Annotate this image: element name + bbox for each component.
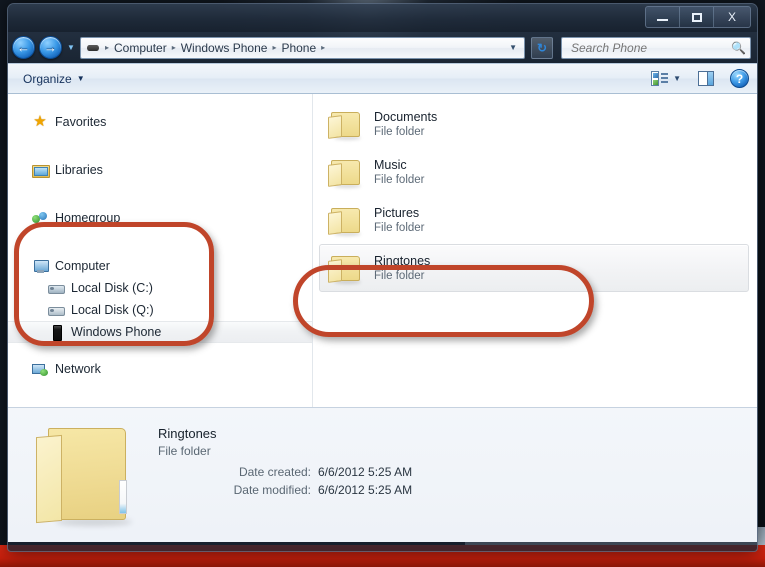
sidebar-item-label: Homegroup xyxy=(55,211,121,225)
list-item-type: File folder xyxy=(374,174,425,186)
breadcrumb-separator[interactable]: ▸ xyxy=(169,43,179,52)
list-item-name: Documents xyxy=(374,110,438,124)
details-subtitle: File folder xyxy=(158,444,211,458)
sidebar-item-local-disk-q[interactable]: Local Disk (Q:) xyxy=(8,299,312,321)
address-bar[interactable]: ▸ Computer ▸ Windows Phone ▸ Phone ▸ ▼ xyxy=(80,36,525,59)
address-dropdown-icon[interactable]: ▼ xyxy=(504,43,522,52)
view-options-icon xyxy=(651,71,669,86)
preview-pane-icon xyxy=(698,71,714,86)
help-button[interactable]: ? xyxy=(714,69,749,88)
preview-pane-button[interactable] xyxy=(681,71,714,86)
sidebar-item-computer[interactable]: Computer xyxy=(8,255,312,277)
sidebar-item-label: Network xyxy=(55,362,101,376)
sidebar-item-network[interactable]: Network xyxy=(8,358,312,380)
explorer-window: X ← → ▼ ▸ Computer ▸ Windows Phone ▸ Pho… xyxy=(7,3,758,552)
refresh-icon: ↻ xyxy=(536,40,548,55)
folder-icon xyxy=(328,253,362,284)
search-icon[interactable]: 🔍 xyxy=(731,41,746,55)
title-bar: X xyxy=(8,4,757,32)
list-item[interactable]: Music File folder xyxy=(319,148,749,196)
list-item-name: Ringtones xyxy=(374,254,431,268)
breadcrumb-separator[interactable]: ▸ xyxy=(318,43,328,52)
sidebar-item-windows-phone[interactable]: Windows Phone xyxy=(8,321,312,343)
command-toolbar: Organize ▼ ▼ ? xyxy=(8,63,757,94)
list-item-ringtones[interactable]: Ringtones File folder xyxy=(319,244,749,292)
device-icon xyxy=(86,42,100,53)
list-item-type: File folder xyxy=(374,126,425,138)
sidebar-item-favorites[interactable]: ★ Favorites xyxy=(8,111,312,133)
list-item-text: Music File folder xyxy=(374,158,425,186)
breadcrumb-separator: ▸ xyxy=(105,42,110,52)
breadcrumb-separator[interactable]: ▸ xyxy=(269,43,279,52)
sidebar-item-label: Local Disk (C:) xyxy=(71,281,153,295)
network-icon xyxy=(32,361,48,377)
details-text-block: Ringtones File folder Date created: 6/6/… xyxy=(158,422,412,501)
detail-value: 6/6/2012 5:25 AM xyxy=(318,483,413,497)
recent-pages-caret-icon[interactable]: ▼ xyxy=(66,43,75,52)
sidebar-item-label: Favorites xyxy=(55,115,107,129)
refresh-button[interactable]: ↻ xyxy=(531,36,553,59)
list-item-type: File folder xyxy=(374,222,425,234)
file-list-pane[interactable]: Documents File folder Music File folder xyxy=(313,94,757,407)
sidebar-item-homegroup[interactable]: Homegroup xyxy=(8,207,312,229)
organize-button[interactable]: Organize ▼ xyxy=(16,69,92,89)
back-button[interactable]: ← xyxy=(12,36,35,59)
list-item-text: Documents File folder xyxy=(374,110,437,138)
minimize-button[interactable] xyxy=(646,7,680,27)
maximize-icon xyxy=(691,12,702,22)
list-item-text: Pictures File folder xyxy=(374,206,425,234)
details-title: Ringtones xyxy=(158,426,217,441)
sidebar-item-label: Local Disk (Q:) xyxy=(71,303,154,317)
close-icon: X xyxy=(727,10,736,24)
star-icon: ★ xyxy=(33,113,47,130)
organize-label: Organize xyxy=(23,71,72,86)
list-item-name: Music xyxy=(374,158,407,172)
detail-value: 6/6/2012 5:25 AM xyxy=(318,465,413,479)
breadcrumb-computer[interactable]: Computer xyxy=(112,41,169,55)
window-controls: X xyxy=(645,6,751,28)
change-view-button[interactable]: ▼ xyxy=(651,71,681,86)
forward-arrow-icon: → xyxy=(44,40,57,55)
navigation-pane[interactable]: ★ Favorites Libraries Homegroup Computer… xyxy=(8,94,313,407)
folder-icon xyxy=(328,109,362,140)
sidebar-item-label: Libraries xyxy=(55,163,103,177)
explorer-body: ★ Favorites Libraries Homegroup Computer… xyxy=(8,94,757,407)
library-icon xyxy=(32,162,50,178)
search-box[interactable]: 🔍 xyxy=(561,36,751,59)
details-folder-icon xyxy=(36,422,132,526)
minimize-icon xyxy=(657,19,668,21)
search-input[interactable] xyxy=(569,39,732,56)
navigation-bar: ← → ▼ ▸ Computer ▸ Windows Phone ▸ Phone… xyxy=(8,32,757,63)
homegroup-icon xyxy=(32,210,48,226)
detail-row-date-created: Date created: 6/6/2012 5:25 AM xyxy=(158,465,412,479)
folder-icon xyxy=(328,157,362,188)
details-pane: Ringtones File folder Date created: 6/6/… xyxy=(8,407,757,542)
sidebar-item-libraries[interactable]: Libraries xyxy=(8,159,312,181)
phone-icon xyxy=(48,324,64,341)
chevron-down-icon: ▼ xyxy=(76,74,85,83)
detail-label: Date modified: xyxy=(233,483,311,497)
list-item[interactable]: Pictures File folder xyxy=(319,196,749,244)
sidebar-item-local-disk-c[interactable]: Local Disk (C:) xyxy=(8,277,312,299)
hdd-icon xyxy=(48,280,65,296)
list-item-type: File folder xyxy=(374,270,425,282)
breadcrumb-windows-phone[interactable]: Windows Phone xyxy=(179,41,270,55)
sidebar-item-label: Windows Phone xyxy=(71,325,162,339)
folder-icon xyxy=(328,205,362,236)
list-item-name: Pictures xyxy=(374,206,420,220)
computer-icon xyxy=(32,258,49,274)
sidebar-item-label: Computer xyxy=(55,259,110,273)
forward-button[interactable]: → xyxy=(39,36,62,59)
chevron-down-icon[interactable]: ▼ xyxy=(673,74,681,83)
back-arrow-icon: ← xyxy=(17,40,30,55)
hdd-icon xyxy=(48,302,65,318)
maximize-button[interactable] xyxy=(680,7,714,27)
detail-label: Date created: xyxy=(238,465,311,479)
close-button[interactable]: X xyxy=(714,7,750,27)
list-item-text: Ringtones File folder xyxy=(374,254,430,282)
list-item[interactable]: Documents File folder xyxy=(319,100,749,148)
help-icon: ? xyxy=(730,69,749,88)
breadcrumb-phone[interactable]: Phone xyxy=(279,41,318,55)
detail-row-date-modified: Date modified: 6/6/2012 5:25 AM xyxy=(158,483,412,497)
